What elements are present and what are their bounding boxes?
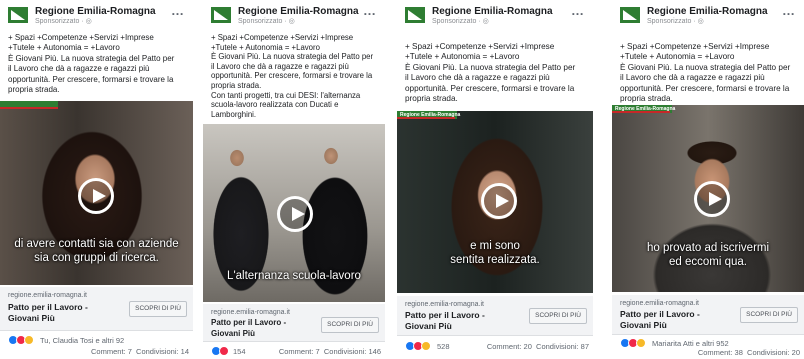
post-text: + Spazi +Competenze +Servizi +Imprese +Tu… — [8, 33, 175, 95]
link-domain: regione.emilia-romagna.it — [405, 301, 484, 308]
ad-post-2: Regione Emilia-Romagna Sponsorizzato · ◎… — [203, 0, 385, 359]
link-title: Patto per il Lavoro - Giovani Più — [8, 302, 88, 323]
reaction-icons[interactable] — [8, 335, 38, 346]
comments-count[interactable]: Comment: 7 — [91, 347, 132, 356]
link-domain: regione.emilia-romagna.it — [620, 300, 699, 307]
reactions-bar: 528 Comment: 20 Condivisioni: 87 — [405, 341, 589, 355]
brand-stripe — [0, 101, 58, 109]
link-title: Patto per il Lavoro - Giovani Più — [405, 310, 485, 331]
page-name[interactable]: Regione Emilia-Romagna — [647, 6, 768, 17]
play-icon[interactable] — [78, 178, 114, 214]
page-name[interactable]: Regione Emilia-Romagna — [432, 6, 553, 17]
post-text: + Spazi +Competenze +Servizi +Imprese +Tu… — [211, 33, 374, 119]
more-options-icon[interactable]: … — [363, 3, 377, 18]
reactions-count[interactable]: Tu, Claudia Tosi e altri 92 — [40, 336, 124, 345]
wow-icon — [24, 335, 34, 345]
reactions-count[interactable]: 154 — [233, 347, 246, 356]
video-player[interactable]: Regione Emilia-Romagna e mi sono sentita … — [397, 111, 593, 293]
more-options-icon[interactable]: … — [782, 3, 796, 18]
ad-post-1: Regione Emilia-Romagna Sponsorizzato · ◎… — [0, 0, 193, 359]
shares-count[interactable]: Condivisioni: 146 — [324, 347, 381, 356]
cta-button[interactable]: SCOPRI DI PIÙ — [321, 317, 379, 333]
reactions-count[interactable]: Mariarita Atti e altri 952 — [652, 339, 729, 348]
wow-icon — [636, 338, 646, 348]
shares-count[interactable]: Condivisioni: 20 — [747, 348, 800, 357]
post-header: Regione Emilia-Romagna Sponsorizzato · ◎… — [8, 3, 189, 27]
more-options-icon[interactable]: … — [171, 3, 185, 18]
video-brand-label: Regione Emilia-Romagna — [400, 112, 461, 118]
link-preview[interactable]: regione.emilia-romagna.it Patto per il L… — [612, 295, 804, 335]
link-preview[interactable]: regione.emilia-romagna.it Patto per il L… — [0, 287, 193, 331]
cta-button[interactable]: SCOPRI DI PIÙ — [529, 308, 587, 324]
ad-post-4: Regione Emilia-Romagna Sponsorizzato · ◎… — [612, 0, 804, 359]
link-title: Patto per il Lavoro - Giovani Più — [211, 318, 287, 338]
sponsored-label: Sponsorizzato · ◎ — [432, 18, 489, 25]
comments-count[interactable]: Comment: 38 — [698, 348, 743, 357]
comments-shares: Comment: 38 Condivisioni: 20 — [698, 348, 800, 357]
link-preview[interactable]: regione.emilia-romagna.it Patto per il L… — [203, 304, 385, 342]
page-logo[interactable] — [8, 7, 28, 23]
cta-button[interactable]: SCOPRI DI PIÙ — [129, 301, 187, 317]
comments-count[interactable]: Comment: 20 — [487, 342, 532, 351]
page-name[interactable]: Regione Emilia-Romagna — [35, 6, 156, 17]
link-domain: regione.emilia-romagna.it — [211, 309, 290, 316]
love-icon — [219, 346, 229, 356]
post-header: Regione Emilia-Romagna Sponsorizzato · ◎… — [405, 3, 589, 27]
video-brand-label: Regione Emilia-Romagna — [615, 106, 676, 112]
post-header: Regione Emilia-Romagna Sponsorizzato · ◎… — [211, 3, 381, 27]
sponsored-label: Sponsorizzato · ◎ — [238, 18, 295, 25]
reactions-bar: Tu, Claudia Tosi e altri 92 Comment: 7 C… — [8, 335, 189, 359]
reaction-icons[interactable] — [405, 341, 435, 352]
ad-post-3: Regione Emilia-Romagna Sponsorizzato · ◎… — [397, 0, 593, 359]
post-text: + Spazi +Competenze +Servizi +Imprese +Tu… — [405, 42, 576, 104]
video-subtitle: e mi sono sentita realizzata. — [450, 240, 540, 266]
page-logo[interactable] — [405, 7, 425, 23]
cta-button[interactable]: SCOPRI DI PIÙ — [740, 307, 798, 323]
page-name[interactable]: Regione Emilia-Romagna — [238, 6, 359, 17]
shares-count[interactable]: Condivisioni: 87 — [536, 342, 589, 351]
reactions-count[interactable]: 528 — [437, 342, 450, 351]
link-title: Patto per il Lavoro - Giovani Più — [620, 309, 700, 330]
post-header: Regione Emilia-Romagna Sponsorizzato · ◎… — [620, 3, 800, 27]
sponsored-label: Sponsorizzato · ◎ — [35, 18, 92, 25]
page-logo[interactable] — [211, 7, 231, 23]
link-preview[interactable]: regione.emilia-romagna.it Patto per il L… — [397, 296, 593, 336]
video-player[interactable]: di avere contatti sia con aziende sia con… — [0, 101, 193, 285]
post-text: + Spazi +Competenze +Servizi +Imprese +Tu… — [620, 42, 791, 104]
video-player[interactable]: L'alternanza scuola-lavoro — [203, 124, 385, 302]
video-subtitle: ho provato ad iscrivermi ed eccomi qua. — [646, 242, 770, 268]
shares-count[interactable]: Condivisioni: 14 — [136, 347, 189, 356]
play-icon[interactable] — [694, 181, 730, 217]
video-subtitle: di avere contatti sia con aziende sia con… — [14, 238, 179, 264]
video-player[interactable]: Regione Emilia-Romagna ho provato ad isc… — [612, 105, 804, 292]
reaction-icons[interactable] — [620, 338, 650, 349]
page-logo[interactable] — [620, 7, 640, 23]
play-icon[interactable] — [277, 196, 313, 232]
more-options-icon[interactable]: … — [571, 3, 585, 18]
comments-shares: Comment: 7 Condivisioni: 146 — [279, 347, 381, 356]
link-domain: regione.emilia-romagna.it — [8, 292, 87, 299]
comments-shares: Comment: 20 Condivisioni: 87 — [487, 342, 589, 351]
reactions-bar: Mariarita Atti e altri 952 Comment: 38 C… — [620, 338, 800, 359]
sponsored-label: Sponsorizzato · ◎ — [647, 18, 704, 25]
reactions-bar: 154 Comment: 7 Condivisioni: 146 — [211, 346, 381, 358]
video-subtitle: L'alternanza scuola-lavoro — [227, 270, 361, 282]
wow-icon — [421, 341, 431, 351]
comments-shares: Comment: 7 Condivisioni: 14 — [91, 347, 189, 356]
comments-count[interactable]: Comment: 7 — [279, 347, 320, 356]
play-icon[interactable] — [481, 183, 517, 219]
